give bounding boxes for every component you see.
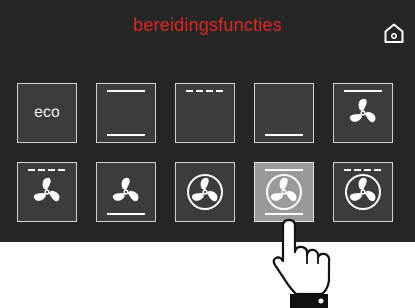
oven-display: bereidingsfuncties eco: [0, 0, 415, 242]
function-tile-bottom-heat[interactable]: [254, 83, 314, 143]
function-tile-grill-fan[interactable]: [17, 162, 77, 222]
function-tile-top-bottom-heat[interactable]: [96, 83, 156, 143]
function-tile-hot-air-bottom[interactable]: [254, 162, 314, 222]
grill-fan-icon: [28, 169, 66, 202]
function-tile-hot-air-grill[interactable]: [333, 162, 393, 222]
function-tile-top-heat[interactable]: [175, 83, 235, 143]
function-tile-eco[interactable]: eco: [17, 83, 77, 143]
function-tile-hot-air[interactable]: [175, 162, 235, 222]
home-icon: [384, 23, 404, 43]
top-heating-icon: [186, 90, 224, 92]
hot-air-grill-icon: [344, 169, 382, 210]
pointing-hand-icon: [272, 218, 331, 308]
function-tile-bottom-fan[interactable]: [96, 162, 156, 222]
top-bottom-heating-icon: [107, 90, 145, 136]
page-title: bereidingsfuncties: [133, 15, 282, 35]
fan-icon: [344, 90, 382, 123]
eco-label: eco: [34, 104, 60, 121]
home-button[interactable]: [383, 22, 405, 44]
hot-air-icon: [187, 174, 223, 210]
bottom-heat-fan-icon: [107, 177, 145, 215]
bottom-heating-icon: [265, 134, 303, 136]
hot-air-bottom-heat-icon: [265, 169, 303, 215]
function-tile-fan-only[interactable]: [333, 83, 393, 143]
